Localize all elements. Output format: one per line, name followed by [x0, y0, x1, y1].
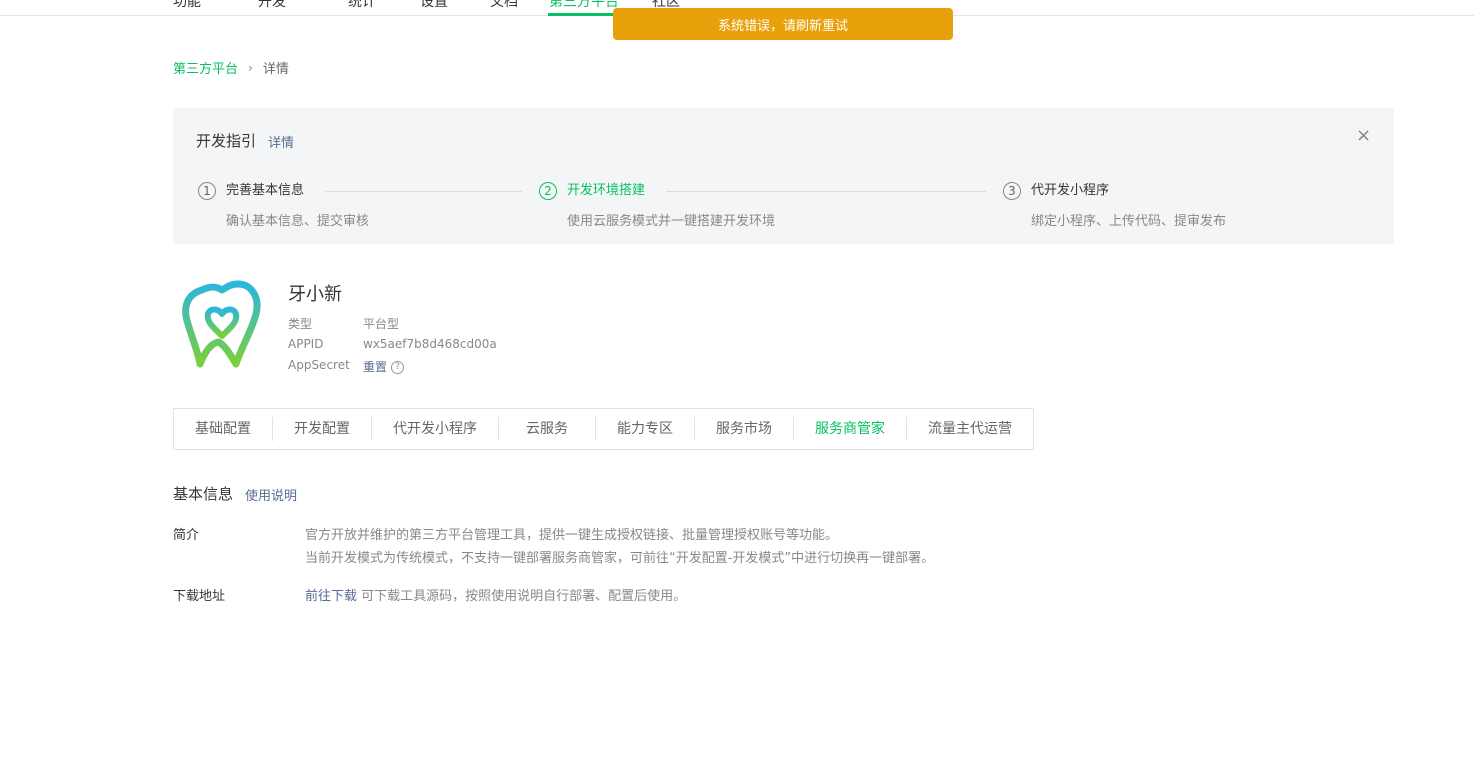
nav-item-docs[interactable]: 文档 [490, 0, 518, 11]
nav-item-settings[interactable]: 设置 [420, 0, 448, 11]
nav-item-function[interactable]: 功能 [173, 0, 201, 11]
nav-item-develop[interactable]: 开发 [258, 0, 286, 11]
download-row: 前往下载 可下载工具源码，按照使用说明自行部署、配置后使用。 [305, 585, 686, 604]
reset-secret-link[interactable]: 重置 [363, 360, 387, 374]
nav-item-third-party[interactable]: 第三方平台 [549, 0, 619, 11]
breadcrumb: 第三方平台 › 详情 [173, 58, 289, 78]
close-icon[interactable]: × [1356, 126, 1371, 146]
nav-active-indicator [548, 13, 614, 16]
tab-provider-manager[interactable]: 服务商管家 [793, 417, 906, 441]
appsecret-label: AppSecret [288, 358, 350, 372]
step-desc-3: 绑定小程序、上传代码、提审发布 [1031, 214, 1227, 229]
step-title-2: 开发环境搭建 [567, 183, 646, 198]
error-toast: 系统错误，请刷新重试 [613, 8, 953, 40]
appsecret-value: 重置? [363, 358, 405, 375]
help-icon[interactable]: ? [391, 361, 405, 374]
usage-guide-link[interactable]: 使用说明 [245, 485, 297, 504]
dev-guide-panel: 开发指引 详情 × 1 完善基本信息 确认基本信息、提交审核 2 开发环境搭建 … [173, 108, 1394, 244]
chevron-right-icon: › [248, 60, 253, 75]
step-divider-2 [666, 191, 986, 192]
intro-line-2: 当前开发模式为传统模式，不支持一键部署服务商管家，可前往“开发配置-开发模式”中… [305, 551, 935, 566]
step-title-3: 代开发小程序 [1031, 183, 1110, 198]
intro-line-1: 官方开放并维护的第三方平台管理工具，提供一键生成授权链接、批量管理授权账号等功能… [305, 528, 839, 543]
download-link[interactable]: 前往下载 [305, 589, 357, 604]
config-tabs: 基础配置 开发配置 代开发小程序 云服务 能力专区 服务市场 服务商管家 流量主… [173, 408, 1034, 450]
intro-label: 简介 [173, 528, 200, 543]
download-label: 下载地址 [173, 589, 226, 604]
tab-traffic-ops[interactable]: 流量主代运营 [906, 417, 1033, 441]
app-name: 牙小新 [288, 284, 342, 305]
tab-basic-config[interactable]: 基础配置 [174, 417, 272, 441]
breadcrumb-current: 详情 [262, 62, 289, 77]
step-number-3: 3 [1003, 182, 1021, 200]
tab-proxy-dev[interactable]: 代开发小程序 [371, 417, 498, 441]
breadcrumb-root-link[interactable]: 第三方平台 [173, 58, 238, 77]
tab-cloud-service[interactable]: 云服务 [498, 417, 595, 441]
step-desc-2: 使用云服务模式并一键搭建开发环境 [567, 214, 776, 229]
tab-capabilities[interactable]: 能力专区 [595, 417, 694, 441]
tab-service-market[interactable]: 服务市场 [694, 417, 793, 441]
app-logo [180, 280, 264, 370]
tab-dev-config[interactable]: 开发配置 [272, 417, 371, 441]
guide-detail-link[interactable]: 详情 [268, 132, 294, 151]
type-value: 平台型 [363, 317, 400, 331]
section-title: 基本信息 [173, 485, 234, 503]
step-desc-1: 确认基本信息、提交审核 [226, 214, 370, 229]
type-label: 类型 [288, 317, 313, 331]
guide-title: 开发指引 [196, 132, 257, 150]
step-number-1: 1 [198, 182, 216, 200]
nav-item-stats[interactable]: 统计 [348, 0, 376, 11]
step-number-2: 2 [539, 182, 557, 200]
step-divider-1 [325, 191, 522, 192]
appid-label: APPID [288, 337, 324, 351]
download-text: 可下载工具源码，按照使用说明自行部署、配置后使用。 [361, 589, 687, 604]
tooth-icon [182, 280, 261, 368]
appid-value: wx5aef7b8d468cd00a [363, 337, 497, 351]
step-title-1: 完善基本信息 [226, 183, 305, 198]
toast-message: 系统错误，请刷新重试 [717, 18, 848, 34]
